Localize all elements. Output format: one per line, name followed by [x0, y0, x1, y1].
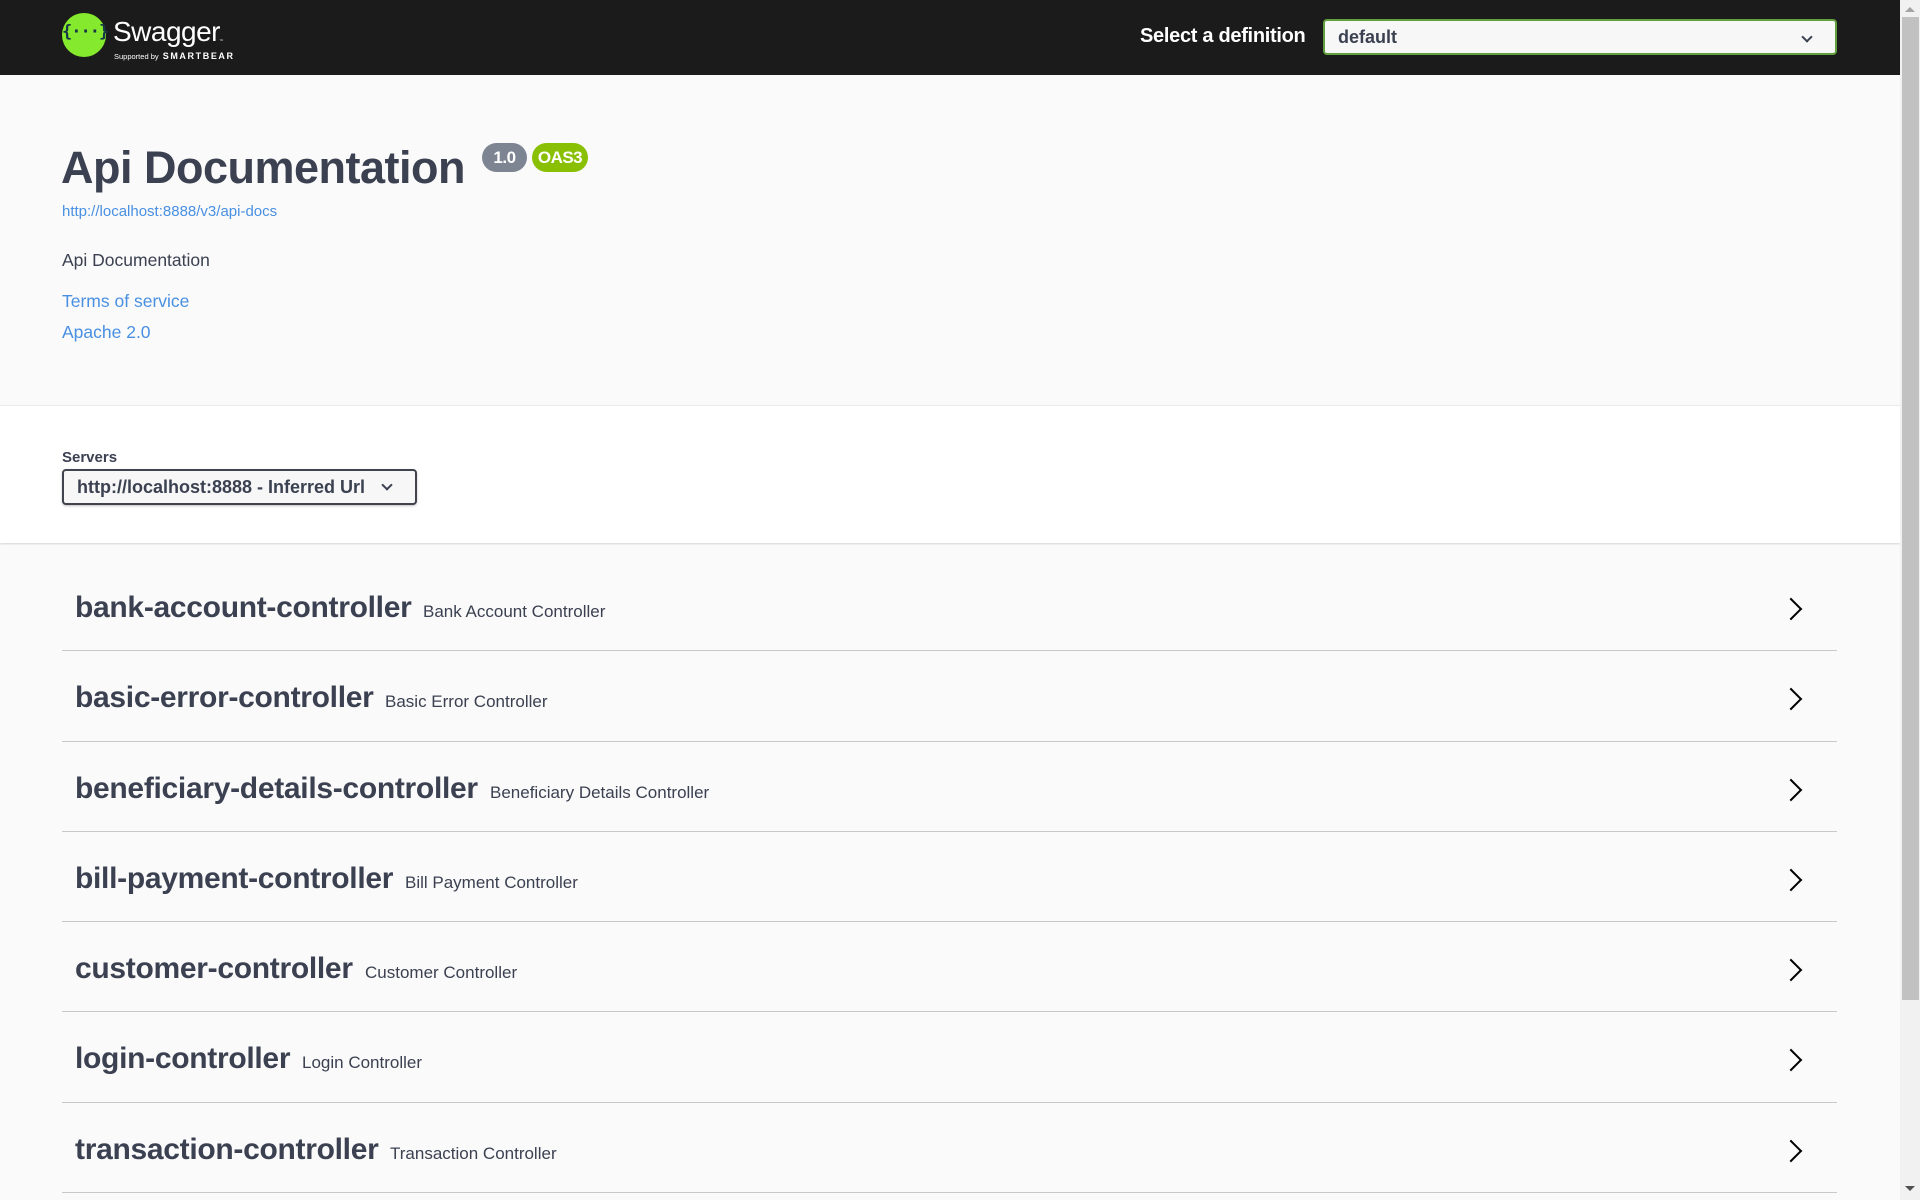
tag-row-bill-payment-controller[interactable]: bill-payment-controller Bill Payment Con…	[62, 832, 1837, 923]
tag-row-basic-error-controller[interactable]: basic-error-controller Basic Error Contr…	[62, 651, 1837, 742]
swagger-ui-page: {···} Swagger ™ Supported by SMARTBEAR S…	[0, 0, 1900, 1200]
tag-name: basic-error-controller	[75, 681, 374, 715]
tag-name: customer-controller	[75, 952, 353, 986]
tag-list: bank-account-controller Bank Account Con…	[62, 561, 1837, 1194]
api-docs-url-link[interactable]: http://localhost:8888/v3/api-docs	[62, 203, 277, 220]
definition-select-value: default	[1338, 27, 1398, 47]
chevron-right-icon[interactable]	[1779, 958, 1803, 982]
license-link[interactable]: Apache 2.0	[62, 322, 151, 343]
tag-row-beneficiary-details-controller[interactable]: beneficiary-details-controller Beneficia…	[62, 742, 1837, 832]
smartbear-brand: SMARTBEAR	[162, 51, 235, 61]
tag-name: beneficiary-details-controller	[75, 771, 478, 805]
top-bar: {···} Swagger ™ Supported by SMARTBEAR S…	[0, 0, 1900, 75]
oas-badge: OAS3	[532, 143, 588, 172]
chevron-right-icon[interactable]	[1779, 597, 1803, 621]
tag-description: Bill Payment Controller	[405, 872, 578, 892]
tag-name: bank-account-controller	[75, 591, 412, 624]
chevron-right-icon[interactable]	[1779, 778, 1803, 801]
terms-of-service-link[interactable]: Terms of service	[62, 291, 189, 312]
scrollbar-thumb[interactable]	[1902, 17, 1919, 1000]
swagger-braces-icon: {···}	[62, 13, 109, 57]
tag-row-customer-controller[interactable]: customer-controller Customer Controller	[62, 922, 1837, 1013]
version-badge: 1.0	[482, 143, 527, 172]
tag-description: Beneficiary Details Controller	[490, 782, 710, 802]
definition-select[interactable]: default	[1323, 19, 1837, 55]
chevron-right-icon[interactable]	[1779, 1049, 1803, 1072]
vertical-scrollbar[interactable]	[1900, 0, 1920, 1200]
page-title: Api Documentation	[61, 142, 466, 193]
chevron-down-icon	[1801, 31, 1813, 43]
tag-name: bill-payment-controller	[75, 861, 394, 895]
tag-description: Transaction Controller	[390, 1143, 557, 1163]
tag-name: login-controller	[75, 1042, 291, 1076]
swagger-logo[interactable]: {···} Swagger ™ Supported by SMARTBEAR	[62, 13, 262, 63]
chevron-right-icon[interactable]	[1779, 868, 1803, 892]
scroll-down-arrow-icon[interactable]	[1905, 1186, 1915, 1191]
chevron-right-icon[interactable]	[1779, 1139, 1803, 1163]
api-info-section: Api Documentation 1.0 OAS3 http://localh…	[0, 75, 1900, 406]
tag-row-transaction-controller[interactable]: transaction-controller Transaction Contr…	[62, 1103, 1837, 1194]
servers-label: Servers	[62, 449, 118, 466]
scroll-up-arrow-icon[interactable]	[1905, 7, 1915, 12]
api-description: Api Documentation	[62, 250, 210, 270]
tag-row-login-controller[interactable]: login-controller Login Controller	[62, 1012, 1837, 1103]
tag-description: Bank Account Controller	[423, 602, 606, 621]
tag-row-bank-account-controller[interactable]: bank-account-controller Bank Account Con…	[62, 561, 1837, 652]
tag-description: Login Controller	[302, 1053, 423, 1073]
trademark-mark: ™	[219, 39, 224, 45]
definition-select-label: Select a definition	[1140, 25, 1306, 47]
servers-select-value: http://localhost:8888 - Inferred Url	[77, 477, 366, 497]
chevron-down-icon	[381, 479, 393, 491]
logo-name: Swagger	[113, 16, 221, 47]
supported-by-text: Supported by	[114, 52, 159, 61]
tag-name: transaction-controller	[75, 1132, 379, 1166]
servers-select[interactable]: http://localhost:8888 - Inferred Url	[62, 469, 417, 505]
tag-description: Customer Controller	[365, 963, 518, 983]
servers-section: Servers http://localhost:8888 - Inferred…	[0, 406, 1900, 543]
tag-description: Basic Error Controller	[385, 692, 548, 712]
chevron-right-icon[interactable]	[1779, 687, 1803, 711]
logo-subtitle: Supported by SMARTBEAR	[114, 51, 235, 61]
